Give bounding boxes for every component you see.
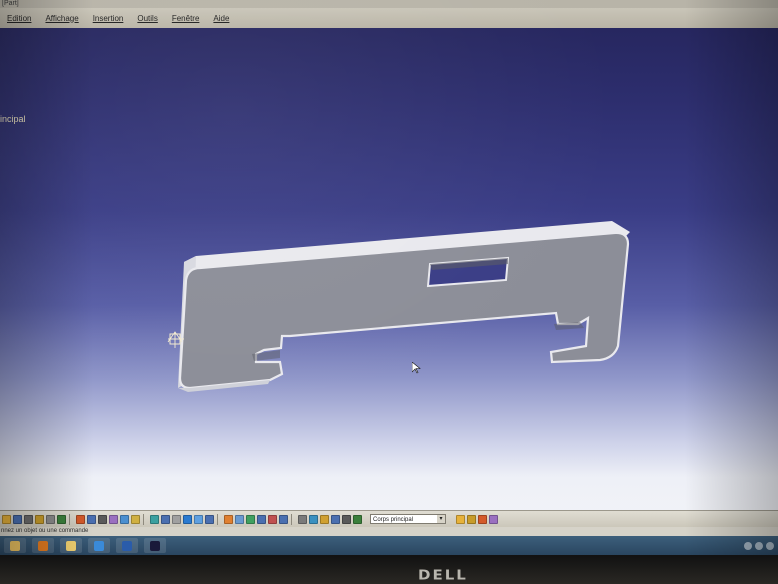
system-tray [744,541,774,550]
toolbar-tool-icon[interactable] [235,514,244,524]
chevron-down-icon[interactable]: ▾ [437,515,445,523]
catia-icon [150,540,160,551]
toolbar-tool-icon[interactable] [76,514,85,524]
folder-icon [10,540,20,551]
media-player-icon [38,540,48,551]
menu-fenetre[interactable]: Fenêtre [165,14,207,23]
taskbar-button[interactable] [116,538,138,553]
toolbar-tool-icon[interactable] [342,514,351,524]
toolbar-tool-icon[interactable] [268,514,277,524]
explorer-icon [66,540,76,551]
toolbar-separator [69,513,73,525]
toolbar-separator [217,513,221,525]
status-bar: nnez un objet ou une commande [0,527,778,536]
part-geometry[interactable] [0,28,778,510]
toolbar-tool-icon[interactable] [46,514,55,524]
toolbar-tool-icon[interactable] [183,514,192,524]
mouse-pointer-icon [412,362,421,374]
toolbar-tool-icon[interactable] [172,514,181,524]
specification-tree-root[interactable]: incipal [0,114,26,124]
toolbar-separator [291,513,295,525]
compass-icon[interactable] [166,330,186,350]
toolbar-tool-icon[interactable] [320,514,329,524]
menu-outils[interactable]: Outils [130,14,164,23]
toolbar-tool-icon[interactable] [489,514,498,524]
body-select-value: Corps principal [373,517,414,523]
toolbar-tool-icon[interactable] [35,514,44,524]
tray-volume-icon[interactable] [755,541,763,550]
title-bar: [Part] [0,0,778,8]
status-prompt: nnez un objet ou une commande [1,528,89,534]
taskbar-button[interactable] [88,538,110,553]
taskbar-button[interactable] [144,538,166,553]
tray-network-icon[interactable] [744,541,752,550]
ie-icon [94,540,104,551]
screen: [Part] Edition Affichage Insertion Outil… [0,0,778,555]
body-select[interactable]: Corps principal ▾ [370,514,446,524]
toolbar-tool-icon[interactable] [478,514,487,524]
toolbar-tool-icon[interactable] [194,514,203,524]
toolbar-tool-icon[interactable] [224,514,233,524]
monitor-brand-logo: DELL [418,566,468,584]
toolbar-tool-icon[interactable] [205,514,214,524]
toolbar-tool-icon[interactable] [87,514,96,524]
toolbar-tool-icon[interactable] [353,514,362,524]
monitor-bezel [0,555,778,584]
toolbar-tool-icon[interactable] [150,514,159,524]
toolbar-tool-icon[interactable] [2,514,11,524]
menu-bar: Edition Affichage Insertion Outils Fenêt… [0,8,778,28]
toolbar-tool-icon[interactable] [279,514,288,524]
toolbar-tool-icon[interactable] [161,514,170,524]
toolbar-tool-icon[interactable] [298,514,307,524]
toolbar-tool-icon[interactable] [13,514,22,524]
menu-affichage[interactable]: Affichage [38,14,85,23]
toolbar-tool-icon[interactable] [109,514,118,524]
menu-edition[interactable]: Edition [0,14,38,23]
toolbar-tool-icon[interactable] [57,514,66,524]
3d-viewport[interactable] [0,28,778,510]
toolbar-tool-icon[interactable] [24,514,33,524]
toolbar-tool-icon[interactable] [131,514,140,524]
taskbar-button[interactable] [4,538,26,553]
toolbar-separator [143,513,147,525]
toolbar-tool-icon[interactable] [309,514,318,524]
toolbar-tool-icon[interactable] [120,514,129,524]
menu-insertion[interactable]: Insertion [86,14,131,23]
toolbar-tool-icon[interactable] [246,514,255,524]
toolbar-tool-icon[interactable] [456,514,465,524]
toolbar-tool-icon[interactable] [257,514,266,524]
toolbar-tool-icon[interactable] [467,514,476,524]
menu-aide[interactable]: Aide [206,14,236,23]
bottom-toolbar: Corps principal ▾ [0,510,778,527]
window-title: [Part] [2,0,19,7]
word-icon [122,540,132,551]
tray-clock-icon[interactable] [766,541,774,550]
taskbar-button[interactable] [32,538,54,553]
taskbar [0,536,778,555]
toolbar-tool-icon[interactable] [98,514,107,524]
taskbar-button[interactable] [60,538,82,553]
toolbar-tool-icon[interactable] [331,514,340,524]
